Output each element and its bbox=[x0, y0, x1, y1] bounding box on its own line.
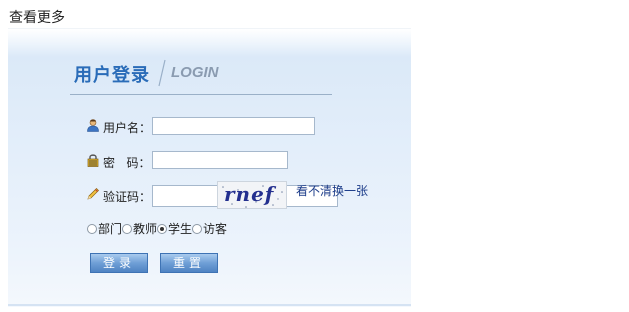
username-label: 用户名： bbox=[103, 121, 152, 135]
role-label: 部门 bbox=[98, 222, 123, 236]
radio-circle[interactable] bbox=[87, 223, 97, 234]
captcha-text: rnef bbox=[224, 182, 275, 206]
refresh-captcha-link[interactable]: 看不清换一张 bbox=[296, 182, 368, 199]
role-radio-student[interactable]: 学生 bbox=[157, 220, 192, 237]
role-radio-group: 部门 教师 学生 访客 bbox=[87, 220, 227, 237]
panel-bottom-border bbox=[8, 304, 411, 306]
radio-circle[interactable] bbox=[192, 223, 203, 234]
title-slash-divider bbox=[158, 59, 166, 87]
captcha-label: 验证码： bbox=[103, 190, 152, 204]
view-more-link[interactable]: 查看更多 bbox=[9, 7, 65, 27]
role-label: 访客 bbox=[203, 222, 228, 236]
captcha-image[interactable]: rnef bbox=[217, 181, 287, 209]
title-underline bbox=[70, 94, 332, 95]
radio-circle[interactable] bbox=[157, 223, 168, 234]
password-input[interactable] bbox=[152, 151, 288, 169]
radio-circle[interactable] bbox=[122, 223, 133, 234]
lock-icon bbox=[87, 154, 99, 167]
role-radio-visitor[interactable]: 访客 bbox=[192, 220, 227, 237]
user-icon bbox=[87, 119, 99, 132]
role-radio-dept[interactable]: 部门 bbox=[87, 220, 122, 237]
pencil-icon bbox=[87, 188, 99, 200]
role-label: 学生 bbox=[168, 222, 193, 236]
username-input[interactable] bbox=[152, 117, 315, 135]
reset-button[interactable]: 重置 bbox=[160, 253, 218, 273]
password-label: 密 码： bbox=[103, 156, 151, 170]
login-title-en: LOGIN bbox=[171, 64, 219, 81]
role-radio-teacher[interactable]: 教师 bbox=[122, 220, 157, 237]
login-button[interactable]: 登录 bbox=[90, 253, 148, 273]
role-label: 教师 bbox=[133, 222, 158, 236]
login-title: 用户登录 bbox=[74, 65, 150, 86]
